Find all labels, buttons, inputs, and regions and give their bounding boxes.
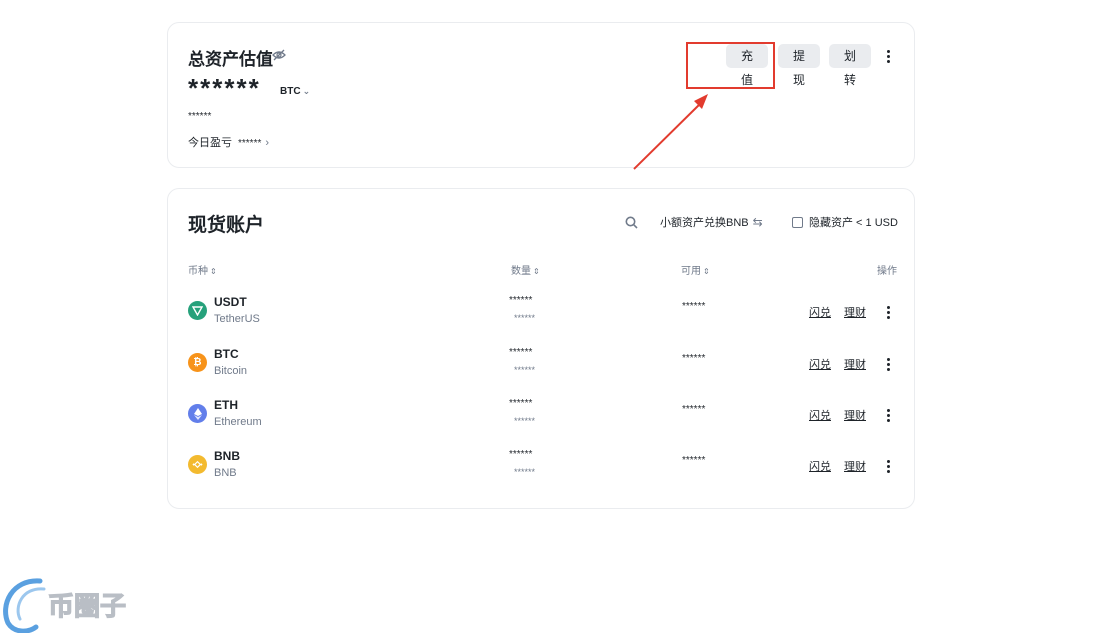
spot-account-card: 现货账户 小额资产兑换BNB ⇆ 隐藏资产 < 1 USD 币种 ⇕ 数量 ⇕ 可用 ⇕… — [167, 188, 915, 509]
coin-name: Ethereum — [214, 416, 262, 428]
bnb-icon — [188, 455, 207, 474]
table-row: ₿ BTC Bitcoin ****** ****** ****** 闪兑 理财 — [168, 341, 916, 391]
chevron-right-icon: › — [265, 137, 270, 149]
asset-title: 总资产估值 — [188, 50, 273, 69]
column-header-available[interactable]: 可用 ⇕ — [681, 262, 710, 277]
coin-qty-value: ****** — [514, 365, 536, 375]
sub-balance: ****** — [188, 111, 212, 122]
eye-hidden-icon[interactable] — [272, 49, 286, 61]
sort-icon: ⇕ — [533, 267, 540, 276]
hide-small-assets-toggle[interactable]: 隐藏资产 < 1 USD — [792, 214, 898, 230]
column-header-coin[interactable]: 币种 ⇕ — [188, 262, 217, 277]
table-row: USDT TetherUS ****** ****** ****** 闪兑 理财 — [168, 289, 916, 339]
coin-name: TetherUS — [214, 313, 260, 325]
earn-link[interactable]: 理财 — [844, 356, 866, 372]
more-options-icon[interactable] — [886, 409, 890, 422]
coin-available: ****** — [682, 455, 706, 466]
watermark-logo: 币圈子 — [3, 578, 127, 633]
flash-convert-link[interactable]: 闪兑 — [809, 407, 831, 423]
annotation-arrow-icon — [633, 94, 708, 170]
column-coin-label: 币种 — [188, 266, 208, 277]
more-options-icon[interactable] — [886, 50, 890, 63]
coin-qty: ****** — [509, 449, 533, 460]
total-balance: ****** — [188, 73, 261, 103]
column-header-action: 操作 — [877, 266, 897, 277]
hide-small-label: 隐藏资产 < 1 USD — [809, 217, 898, 229]
hide-small-checkbox[interactable] — [792, 216, 803, 228]
column-avail-label: 可用 — [681, 266, 701, 277]
coin-symbol: BNB — [214, 449, 240, 463]
coin-name: BNB — [214, 467, 237, 479]
withdraw-button[interactable]: 提现 — [778, 44, 820, 87]
coin-available: ****** — [682, 404, 706, 415]
sort-icon: ⇕ — [210, 267, 217, 276]
earn-link[interactable]: 理财 — [844, 304, 866, 320]
coin-qty: ****** — [509, 398, 533, 409]
coin-qty-value: ****** — [514, 416, 536, 426]
more-options-icon[interactable] — [886, 358, 890, 371]
column-header-qty[interactable]: 数量 ⇕ — [511, 262, 540, 277]
coin-qty: ****** — [509, 295, 533, 306]
earn-link[interactable]: 理财 — [844, 407, 866, 423]
earn-link[interactable]: 理财 — [844, 458, 866, 474]
more-options-icon[interactable] — [886, 306, 890, 319]
pnl-value: ****** — [238, 138, 262, 149]
eth-icon — [188, 404, 207, 423]
today-pnl[interactable]: 今日盈亏 ****** › — [188, 134, 269, 150]
annotation-highlight-box — [686, 42, 775, 89]
transfer-button[interactable]: 划转 — [829, 44, 871, 87]
coin-available: ****** — [682, 353, 706, 364]
spot-title: 现货账户 — [188, 215, 265, 236]
pnl-label: 今日盈亏 — [188, 137, 232, 149]
usdt-icon — [188, 301, 207, 320]
coin-symbol: BTC — [214, 347, 239, 361]
btc-icon: ₿ — [188, 353, 207, 372]
coin-qty-value: ****** — [514, 467, 536, 477]
table-row: BNB BNB ****** ****** ****** 闪兑 理财 — [168, 443, 916, 493]
coin-available: ****** — [682, 301, 706, 312]
flash-convert-link[interactable]: 闪兑 — [809, 304, 831, 320]
sort-icon: ⇕ — [703, 267, 710, 276]
search-icon[interactable] — [625, 216, 638, 229]
chevron-down-icon: ⌄ — [302, 86, 311, 96]
convert-label: 小额资产兑换BNB — [660, 217, 749, 229]
convert-small-assets-link[interactable]: 小额资产兑换BNB ⇆ — [660, 214, 763, 230]
unit-selector[interactable]: BTC ⌄ — [280, 86, 310, 97]
coin-qty-value: ****** — [514, 313, 536, 323]
flash-convert-link[interactable]: 闪兑 — [809, 356, 831, 372]
total-asset-card: 总资产估值 ****** BTC ⌄ ****** 今日盈亏 ****** › 充值 … — [167, 22, 915, 168]
more-options-icon[interactable] — [886, 460, 890, 473]
watermark-text: 币圈子 — [48, 592, 126, 622]
table-row: ETH Ethereum ****** ****** ****** 闪兑 理财 — [168, 392, 916, 442]
flash-convert-link[interactable]: 闪兑 — [809, 458, 831, 474]
coin-qty: ****** — [509, 347, 533, 358]
coin-symbol: USDT — [214, 295, 247, 309]
coin-name: Bitcoin — [214, 365, 248, 377]
coin-symbol: ETH — [214, 398, 238, 412]
column-qty-label: 数量 — [511, 266, 531, 277]
unit-label: BTC — [280, 86, 301, 97]
swap-icon: ⇆ — [752, 215, 763, 229]
